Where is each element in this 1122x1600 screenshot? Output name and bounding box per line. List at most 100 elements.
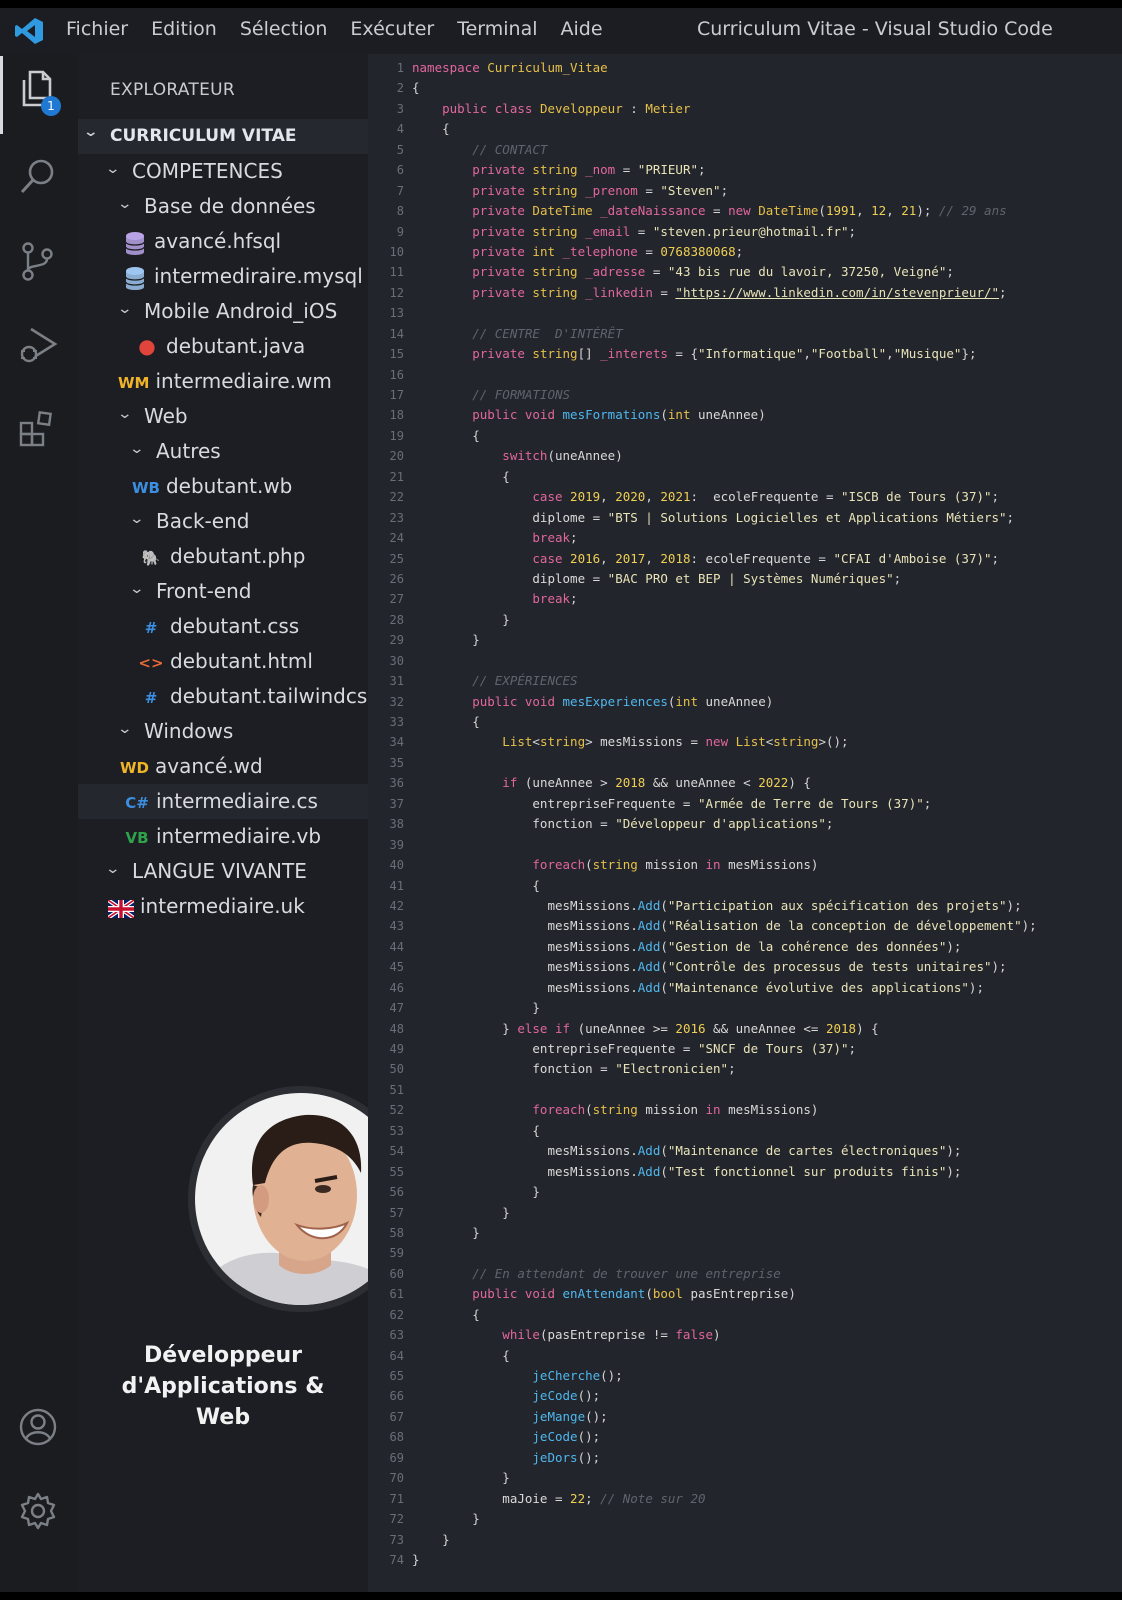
- file-item[interactable]: intermediaire.uk: [78, 889, 368, 924]
- manage-activity[interactable]: [0, 1478, 78, 1542]
- code-token: _email: [585, 223, 631, 239]
- file-item[interactable]: WD avancé.wd: [78, 749, 368, 784]
- explorer-badge: 1: [41, 96, 61, 116]
- code-token: }: [412, 1551, 420, 1567]
- code-token: "BAC PRO et BEP | Systèmes Numériques": [607, 570, 894, 586]
- code-line: break;: [412, 528, 1122, 548]
- code-token: "CFAI d'Amboise (37)": [833, 550, 992, 566]
- line-number: 42: [389, 898, 404, 913]
- file-item[interactable]: avancé.hfsql: [78, 224, 368, 259]
- code-token: }: [412, 1224, 480, 1240]
- code-token: Add: [637, 1163, 661, 1179]
- line-number: 53: [389, 1123, 404, 1138]
- code-token: _adresse: [585, 264, 646, 280]
- code-token: string: [532, 162, 586, 178]
- code-line: // CONTACT: [412, 140, 1122, 160]
- line-number: 61: [389, 1287, 404, 1302]
- extensions-activity[interactable]: [0, 396, 78, 460]
- code-token: "Contrôle des processus de tests unitair…: [667, 959, 992, 975]
- line-number: 3: [396, 101, 404, 116]
- menu-item-0[interactable]: Fichier: [66, 18, 128, 40]
- uk-flag-icon: [106, 891, 136, 926]
- code-token: string: [773, 734, 819, 750]
- code-token: int: [532, 243, 563, 259]
- account-activity[interactable]: [0, 1394, 78, 1458]
- code-area[interactable]: namespace Curriculum_Vitae { public class…: [412, 58, 1122, 1570]
- code-token: private: [412, 223, 533, 239]
- folder-item[interactable]: ⌄ Back-end: [78, 504, 368, 539]
- source-control-activity[interactable]: [0, 228, 78, 292]
- folder-item[interactable]: ⌄ CURRICULUM VITAE: [78, 119, 368, 154]
- code-token: foreach: [412, 857, 586, 873]
- line-number: 59: [389, 1246, 404, 1261]
- file-item[interactable]: 🐘 debutant.php: [78, 539, 368, 574]
- folder-item[interactable]: ⌄ Mobile Android_iOS: [78, 294, 368, 329]
- menu-item-4[interactable]: Terminal: [457, 18, 537, 40]
- folder-item[interactable]: ⌄ Windows: [78, 714, 368, 749]
- menu-item-3[interactable]: Exécuter: [350, 18, 434, 40]
- code-token: "Maintenance de cartes électroniques": [667, 1143, 947, 1159]
- explorer-activity[interactable]: 1: [0, 56, 78, 134]
- code-token: entrepriseFrequente =: [412, 1041, 698, 1056]
- code-line: ​: [412, 1243, 1122, 1263]
- code-line: mesMissions.Add("Participation aux spéci…: [412, 896, 1122, 916]
- folder-item[interactable]: ⌄ Autres: [78, 434, 368, 469]
- tree-item-label: Web: [144, 404, 188, 428]
- file-item[interactable]: # debutant.css: [78, 609, 368, 644]
- folder-item[interactable]: ⌄ Front-end: [78, 574, 368, 609]
- code-token: 21: [901, 203, 917, 219]
- file-item[interactable]: intermediraire.mysql: [78, 259, 368, 294]
- code-token: diplome =: [412, 570, 608, 586]
- window-title: Curriculum Vitae - Visual Studio Code: [697, 18, 1053, 40]
- file-item[interactable]: VB intermediaire.vb: [78, 819, 368, 854]
- code-token: Add: [637, 938, 661, 954]
- file-item[interactable]: <> debutant.html: [78, 644, 368, 679]
- code-token: _nom: [585, 162, 616, 178]
- code-token: in: [705, 857, 729, 873]
- explorer-sidebar: EXPLORATEUR ⌄ CURRICULUM VITAE ⌄ COMPETENCE…: [78, 54, 414, 1592]
- folder-item[interactable]: ⌄ Base de données: [78, 189, 368, 224]
- file-item[interactable]: WB debutant.wb: [78, 469, 368, 504]
- code-token: "Musique": [893, 346, 962, 362]
- file-item[interactable]: C# intermediaire.cs: [78, 784, 368, 819]
- code-line: } else if (uneAnnee >= 2016 && uneAnnee …: [412, 1019, 1122, 1039]
- folder-item[interactable]: ⌄ LANGUE VIVANTE: [78, 854, 368, 889]
- file-item[interactable]: # debutant.tailwindcss: [78, 679, 378, 714]
- code-token: mesMissions.: [412, 1143, 638, 1159]
- profile-caption: Développeur d'Applications & Web: [78, 1340, 368, 1433]
- code-token: ();: [577, 1388, 601, 1404]
- code-line: // CENTRE D'INTÉRÊT: [412, 324, 1122, 344]
- code-line: {: [412, 1305, 1122, 1325]
- line-number: 9: [396, 224, 404, 239]
- code-token: "Informatique": [698, 346, 804, 362]
- line-number: 34: [389, 735, 404, 750]
- search-activity[interactable]: [0, 144, 78, 208]
- file-item[interactable]: WM intermediaire.wm: [78, 364, 368, 399]
- code-token: "Electronicien": [615, 1061, 729, 1077]
- code-editor[interactable]: 1 2 3 4 5 6 7 8 9 10 11 12 13 14 15 16 17 18 19 20 21 22 23 24 2…: [368, 54, 1122, 1592]
- code-token: string: [539, 734, 586, 750]
- code-token: 2016: [675, 1020, 706, 1036]
- code-token: public class: [412, 100, 540, 116]
- run-debug-activity[interactable]: [0, 312, 78, 376]
- code-token: ) {: [856, 1020, 879, 1036]
- folder-item[interactable]: ⌄ COMPETENCES: [78, 154, 368, 189]
- code-token: break: [412, 530, 571, 546]
- file-item[interactable]: ● debutant.java: [78, 329, 368, 364]
- code-token: ;: [735, 243, 744, 259]
- menu-item-2[interactable]: Sélection: [240, 18, 328, 40]
- code-token: string: [532, 223, 586, 239]
- menu-item-1[interactable]: Edition: [151, 18, 217, 40]
- code-line: {: [412, 467, 1122, 487]
- menu-item-5[interactable]: Aide: [561, 18, 603, 40]
- code-line: }: [412, 1203, 1122, 1223]
- vscode-logo-icon[interactable]: [14, 17, 44, 45]
- tree-item-label: Autres: [156, 439, 221, 463]
- folder-item[interactable]: ⌄ Web: [78, 399, 368, 434]
- file-tree: ⌄ CURRICULUM VITAE ⌄ COMPETENCES ⌄ Base de do…: [78, 119, 378, 924]
- code-line: mesMissions.Add("Maintenance évolutive d…: [412, 978, 1122, 998]
- wd-icon: WD: [120, 759, 149, 777]
- menu-bar: Fichier Edition Sélection Exécuter Terminal A…: [66, 18, 603, 40]
- code-token: public void: [412, 1286, 563, 1302]
- code-token: =: [615, 162, 638, 178]
